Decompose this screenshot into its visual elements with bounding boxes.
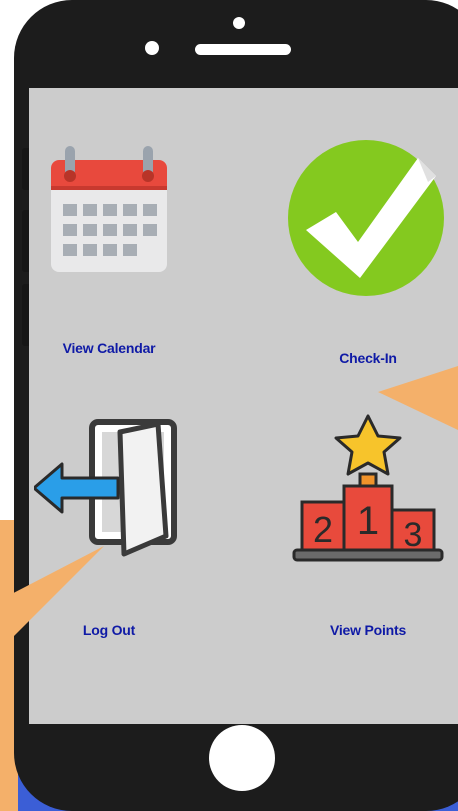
check-in-label: Check-In xyxy=(339,350,397,366)
calendar-icon xyxy=(51,146,167,272)
proximity-sensor xyxy=(233,17,245,29)
podium-second-number: 2 xyxy=(313,509,333,550)
view-calendar-tile[interactable]: View Calendar xyxy=(29,146,209,356)
earpiece-speaker xyxy=(195,44,291,55)
stage: View Calendar Check-In Log Out 1 2 3 Vie… xyxy=(0,0,458,811)
podium-third-number: 3 xyxy=(404,516,423,554)
callout-arrow-right xyxy=(378,366,458,430)
front-camera xyxy=(145,41,159,55)
check-in-tile[interactable]: Check-In xyxy=(268,138,458,366)
view-points-tile[interactable]: 1 2 3 View Points xyxy=(268,414,458,638)
callout-arrow-left xyxy=(0,546,104,650)
view-calendar-label: View Calendar xyxy=(62,340,156,356)
podium-icon: 1 2 3 xyxy=(292,414,444,562)
home-button[interactable] xyxy=(209,725,275,791)
podium-first-number: 1 xyxy=(357,499,379,543)
view-points-label: View Points xyxy=(329,622,407,638)
logout-door-icon xyxy=(34,419,177,557)
checkmark-icon xyxy=(288,140,444,296)
